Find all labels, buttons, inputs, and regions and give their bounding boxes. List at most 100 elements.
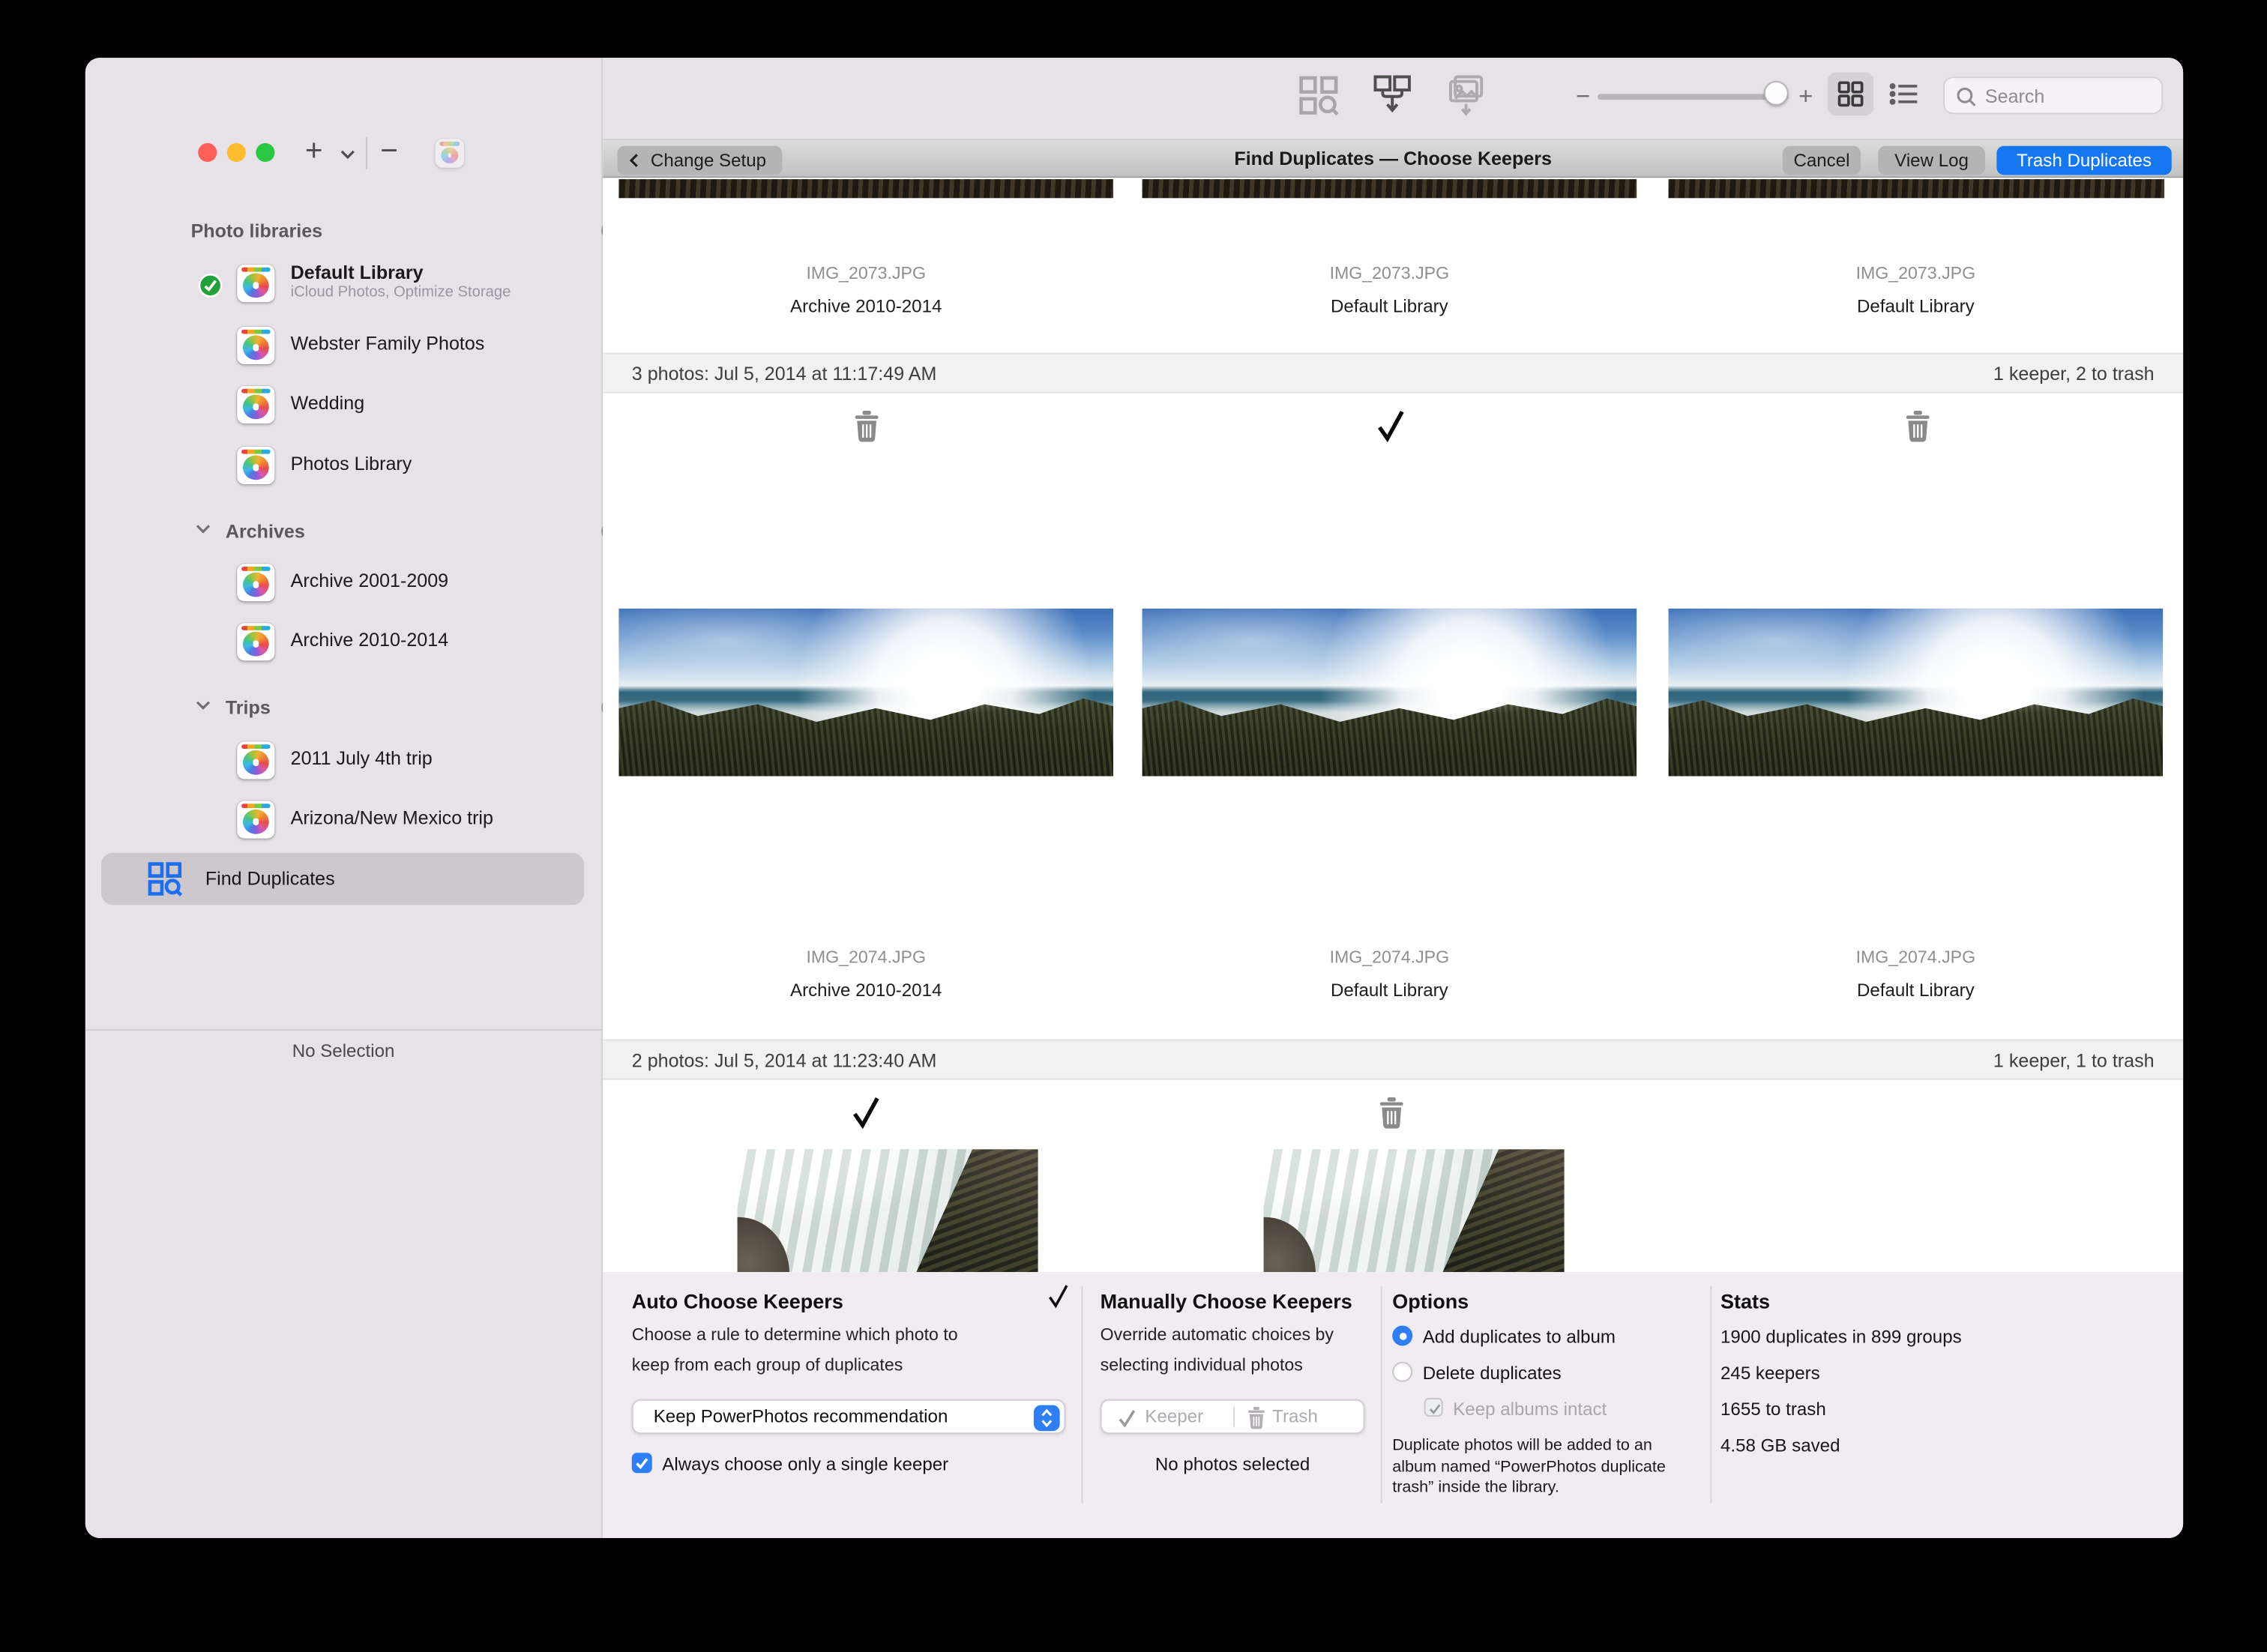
list-view-icon	[1890, 82, 1919, 106]
desktop: + − Photo libraries 4 Default Library iC…	[0, 0, 2267, 1652]
change-setup-button[interactable]: Change Setup	[617, 145, 782, 175]
copy-photos-icon[interactable]	[1446, 73, 1487, 117]
options-caption: Duplicate photos will be added to an alb…	[1392, 1435, 1699, 1498]
minimize-window-button[interactable]	[227, 143, 246, 162]
group-summary: 2 photos: Jul 5, 2014 at 11:23:40 AM	[632, 1049, 937, 1071]
library-name: 2011 July 4th trip	[291, 747, 433, 769]
thumbnail-zoom-slider[interactable]	[1598, 94, 1789, 99]
zoom-out-icon[interactable]: −	[1576, 82, 1590, 112]
add-duplicates-radio[interactable]	[1392, 1325, 1412, 1345]
library-name: Archive 2010-2014	[291, 629, 448, 651]
photo-mark[interactable]	[1373, 1097, 1411, 1135]
auto-desc-line2: keep from each group of duplicates	[632, 1354, 903, 1375]
sidebar-item-wedding[interactable]: Wedding	[187, 386, 669, 429]
photos-library-icon	[237, 741, 274, 779]
search-input[interactable]	[1982, 81, 2153, 110]
library-name: Wedding	[291, 392, 365, 414]
library-name: Archive 2001-2009	[291, 570, 448, 591]
sidebar-item-arizona-new-mexico-trip[interactable]: Arizona/New Mexico trip	[187, 801, 669, 844]
main-toolbar: − +	[603, 58, 2183, 139]
segment-divider	[1232, 1406, 1234, 1426]
keeper-segment-label[interactable]: Keeper	[1145, 1406, 1203, 1426]
keeper-rule-select[interactable]: Keep PowerPhotos recommendation	[632, 1399, 1066, 1434]
keeper-trash-segmented-control: Keeper Trash	[1101, 1399, 1365, 1434]
archives-disclosure-icon[interactable]	[195, 523, 211, 534]
chevron-left-icon	[629, 152, 639, 166]
keeper-segment-check-icon[interactable]	[1116, 1408, 1138, 1429]
photo-library: Archive 2010-2014	[618, 296, 1113, 316]
photo-library: Default Library	[1669, 296, 2164, 316]
cancel-label: Cancel	[1793, 150, 1849, 170]
single-keeper-checkbox[interactable]	[632, 1453, 652, 1473]
stat-keepers: 245 keepers	[1720, 1363, 1820, 1384]
find-duplicates-tool-icon[interactable]	[1298, 75, 1339, 115]
photo-mark[interactable]	[849, 411, 886, 448]
trash-segment-icon[interactable]	[1247, 1406, 1265, 1429]
selection-status: No Selection	[85, 1041, 601, 1061]
change-setup-label: Change Setup	[651, 150, 766, 170]
trash-segment-label[interactable]: Trash	[1272, 1406, 1318, 1426]
add-library-button[interactable]: +	[305, 134, 323, 169]
photos-library-icon	[237, 564, 274, 601]
selected-library-check-icon	[198, 273, 223, 298]
sidebar-item-2011-july-4th-trip[interactable]: 2011 July 4th trip	[187, 741, 669, 785]
checkbox-check-icon	[1427, 1400, 1442, 1416]
photo-filename: IMG_2073.JPG	[1669, 263, 2164, 283]
stat-duplicates: 1900 duplicates in 899 groups	[1720, 1327, 1962, 1347]
view-log-button[interactable]: View Log	[1878, 145, 1985, 175]
photo-filename: IMG_2074.JPG	[1142, 947, 1637, 967]
zoom-window-button[interactable]	[256, 143, 274, 162]
sidebar-item-find-duplicates[interactable]: Find Duplicates	[101, 853, 584, 905]
photo-mark[interactable]	[1373, 409, 1411, 447]
photo-mark[interactable]	[849, 1096, 886, 1133]
photo-thumbnail[interactable]	[1142, 179, 1637, 198]
group-summary: 3 photos: Jul 5, 2014 at 11:17:49 AM	[632, 363, 937, 385]
close-window-button[interactable]	[198, 143, 217, 162]
cancel-button[interactable]: Cancel	[1783, 145, 1861, 175]
sidebar-item-archive-2010-2014[interactable]: Archive 2010-2014	[187, 623, 669, 666]
trash-duplicates-button[interactable]: Trash Duplicates	[1996, 145, 2171, 175]
photos-library-icon	[237, 623, 274, 660]
add-library-chevron-icon[interactable]	[340, 149, 355, 160]
auto-desc-line1: Choose a rule to determine which photo t…	[632, 1324, 958, 1345]
find-duplicates-icon	[148, 861, 182, 896]
photo-thumbnail[interactable]	[1669, 609, 2164, 777]
photo-thumbnail[interactable]	[1669, 179, 2165, 198]
photo-thumbnail[interactable]	[738, 1149, 1038, 1272]
list-view-button[interactable]	[1881, 72, 1927, 115]
photo-thumbnail[interactable]	[618, 609, 1113, 777]
delete-duplicates-radio[interactable]	[1392, 1362, 1412, 1382]
zoom-slider-knob[interactable]	[1764, 81, 1789, 106]
stat-saved: 4.58 GB saved	[1720, 1435, 1840, 1456]
photo-libraries-header: Photo libraries	[191, 220, 323, 241]
photo-library: Archive 2010-2014	[618, 980, 1113, 1001]
photo-thumbnail[interactable]	[1264, 1149, 1565, 1272]
archives-header: Archives	[226, 520, 305, 542]
duplicate-groups-list[interactable]: IMG_2073.JPG IMG_2073.JPG IMG_2073.JPG A…	[603, 179, 2183, 1272]
sidebar-item-webster-family-photos[interactable]: Webster Family Photos	[187, 327, 669, 370]
sidebar-item-default-library[interactable]: Default Library iCloud Photos, Optimize …	[187, 265, 669, 308]
merge-libraries-icon[interactable]	[1372, 73, 1412, 117]
photo-thumbnail[interactable]	[1142, 609, 1637, 777]
photo-library: Default Library	[1669, 980, 2164, 1001]
zoom-in-icon[interactable]: +	[1798, 82, 1813, 112]
library-name: Arizona/New Mexico trip	[291, 807, 493, 828]
photo-thumbnail[interactable]	[618, 179, 1113, 198]
keeper-rule-value: Keep PowerPhotos recommendation	[654, 1406, 948, 1426]
sidebar-item-photos-library[interactable]: Photos Library	[187, 447, 669, 490]
photos-library-icon	[237, 386, 274, 423]
grid-view-icon	[1837, 81, 1864, 107]
manual-desc-line1: Override automatic choices by	[1101, 1324, 1334, 1345]
photo-mark[interactable]	[1900, 411, 1937, 448]
search-field[interactable]	[1943, 76, 2163, 114]
trash-mark-icon	[1906, 411, 1930, 442]
toolbar-divider	[366, 137, 367, 169]
photos-library-icon	[237, 447, 274, 484]
reveal-library-icon[interactable]	[435, 139, 464, 168]
grid-view-button[interactable]	[1828, 72, 1874, 115]
sidebar-item-archive-2001-2009[interactable]: Archive 2001-2009	[187, 564, 669, 607]
photos-library-icon	[237, 327, 274, 364]
panel-divider	[1082, 1286, 1083, 1503]
remove-library-button[interactable]: −	[380, 134, 398, 169]
trips-disclosure-icon[interactable]	[195, 699, 211, 711]
